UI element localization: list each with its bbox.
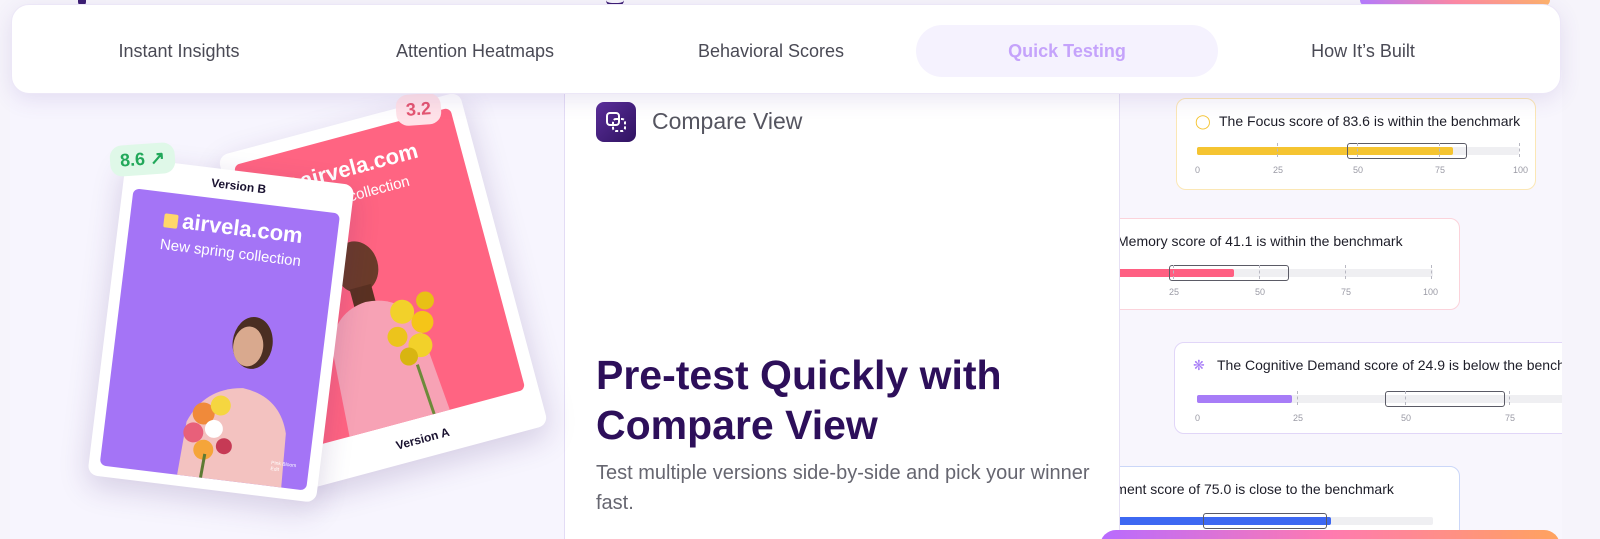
tick-label: 75 — [1341, 287, 1352, 297]
headline-line: Compare View — [596, 402, 878, 448]
tick-label: 50 — [1401, 413, 1412, 423]
page-title: Pre-test Quickly with Compare View — [596, 350, 1096, 450]
tick-line — [1297, 391, 1298, 405]
score-text: The Memory score of 41.1 is within the b… — [1120, 233, 1403, 249]
tab-how-its-built[interactable]: How It’s Built — [1212, 25, 1514, 77]
tab-attention-heatmaps[interactable]: Attention Heatmaps — [324, 25, 626, 77]
tick-label: 100 — [1513, 165, 1529, 175]
score-card-engagement: The Engagement score of 75.0 is close to… — [1120, 466, 1460, 539]
benchmark-range — [1169, 265, 1289, 281]
tick-label: 0 — [1195, 165, 1201, 175]
feature-description: Test multiple versions side-by-side and … — [596, 462, 1090, 514]
ad-creative-b: airvela.com New spring collection Pink B… — [99, 188, 341, 491]
benchmark-range — [1385, 391, 1505, 407]
tick-line — [1431, 265, 1432, 279]
tick-line — [1357, 143, 1358, 157]
tick-label: 50 — [1353, 165, 1364, 175]
tab-instant-insights[interactable]: Instant Insights — [28, 25, 330, 77]
tick-line — [1345, 265, 1346, 279]
tick-line — [1405, 391, 1406, 405]
tick-line — [1173, 265, 1174, 279]
score-card-focus: ◯ The Focus score of 83.6 is within the … — [1176, 98, 1536, 190]
tick-line — [1277, 143, 1278, 157]
tick-line — [1259, 265, 1260, 279]
score-text: The Engagement score of 75.0 is close to… — [1120, 481, 1394, 497]
scores-panel: ◯ The Focus score of 83.6 is within the … — [1120, 70, 1562, 539]
score-card-cognitive-demand: ❋ The Cognitive Demand score of 24.9 is … — [1174, 342, 1562, 434]
tick-line — [1439, 143, 1440, 157]
score-fill — [1197, 395, 1292, 403]
trending-up-icon: ↗ — [149, 147, 166, 169]
shopping-bag-icon — [163, 213, 180, 229]
benchmark-range — [1347, 143, 1467, 159]
version-b-card: Version B airvela.com New spring collect… — [87, 157, 355, 503]
tick-label: 25 — [1273, 165, 1284, 175]
feature-label: Compare View — [652, 108, 803, 134]
benchmark-range — [1203, 513, 1327, 529]
tick-label: 75 — [1435, 165, 1446, 175]
tick-label: 100 — [1423, 287, 1439, 297]
tick-label: 0 — [1195, 413, 1201, 423]
score-badge-b: 8.6 ↗ — [108, 141, 177, 178]
brain-icon: ❋ — [1193, 357, 1205, 373]
tick-label: 25 — [1293, 413, 1304, 423]
tab-behavioral-scores[interactable]: Behavioral Scores — [620, 25, 922, 77]
tick-line — [1519, 143, 1520, 157]
compare-view-icon — [596, 102, 636, 142]
score-text: The Focus score of 83.6 is within the be… — [1219, 113, 1521, 129]
tick-label: 25 — [1169, 287, 1180, 297]
score-text: The Cognitive Demand score of 24.9 is be… — [1217, 357, 1562, 373]
headline-line: Pre-test Quickly with — [596, 352, 1002, 398]
tick-line — [1509, 391, 1510, 405]
score-badge-a: 3.2 — [394, 92, 443, 127]
score-card-memory: The Memory score of 41.1 is within the b… — [1120, 218, 1460, 310]
bottom-gradient-decoration — [1100, 530, 1560, 539]
tick-label: 50 — [1255, 287, 1266, 297]
tab-quick-testing[interactable]: Quick Testing — [916, 25, 1218, 77]
feature-tabs: Instant Insights Attention Heatmaps Beha… — [11, 4, 1561, 94]
tick-label: 75 — [1505, 413, 1516, 423]
focus-icon: ◯ — [1195, 113, 1211, 129]
